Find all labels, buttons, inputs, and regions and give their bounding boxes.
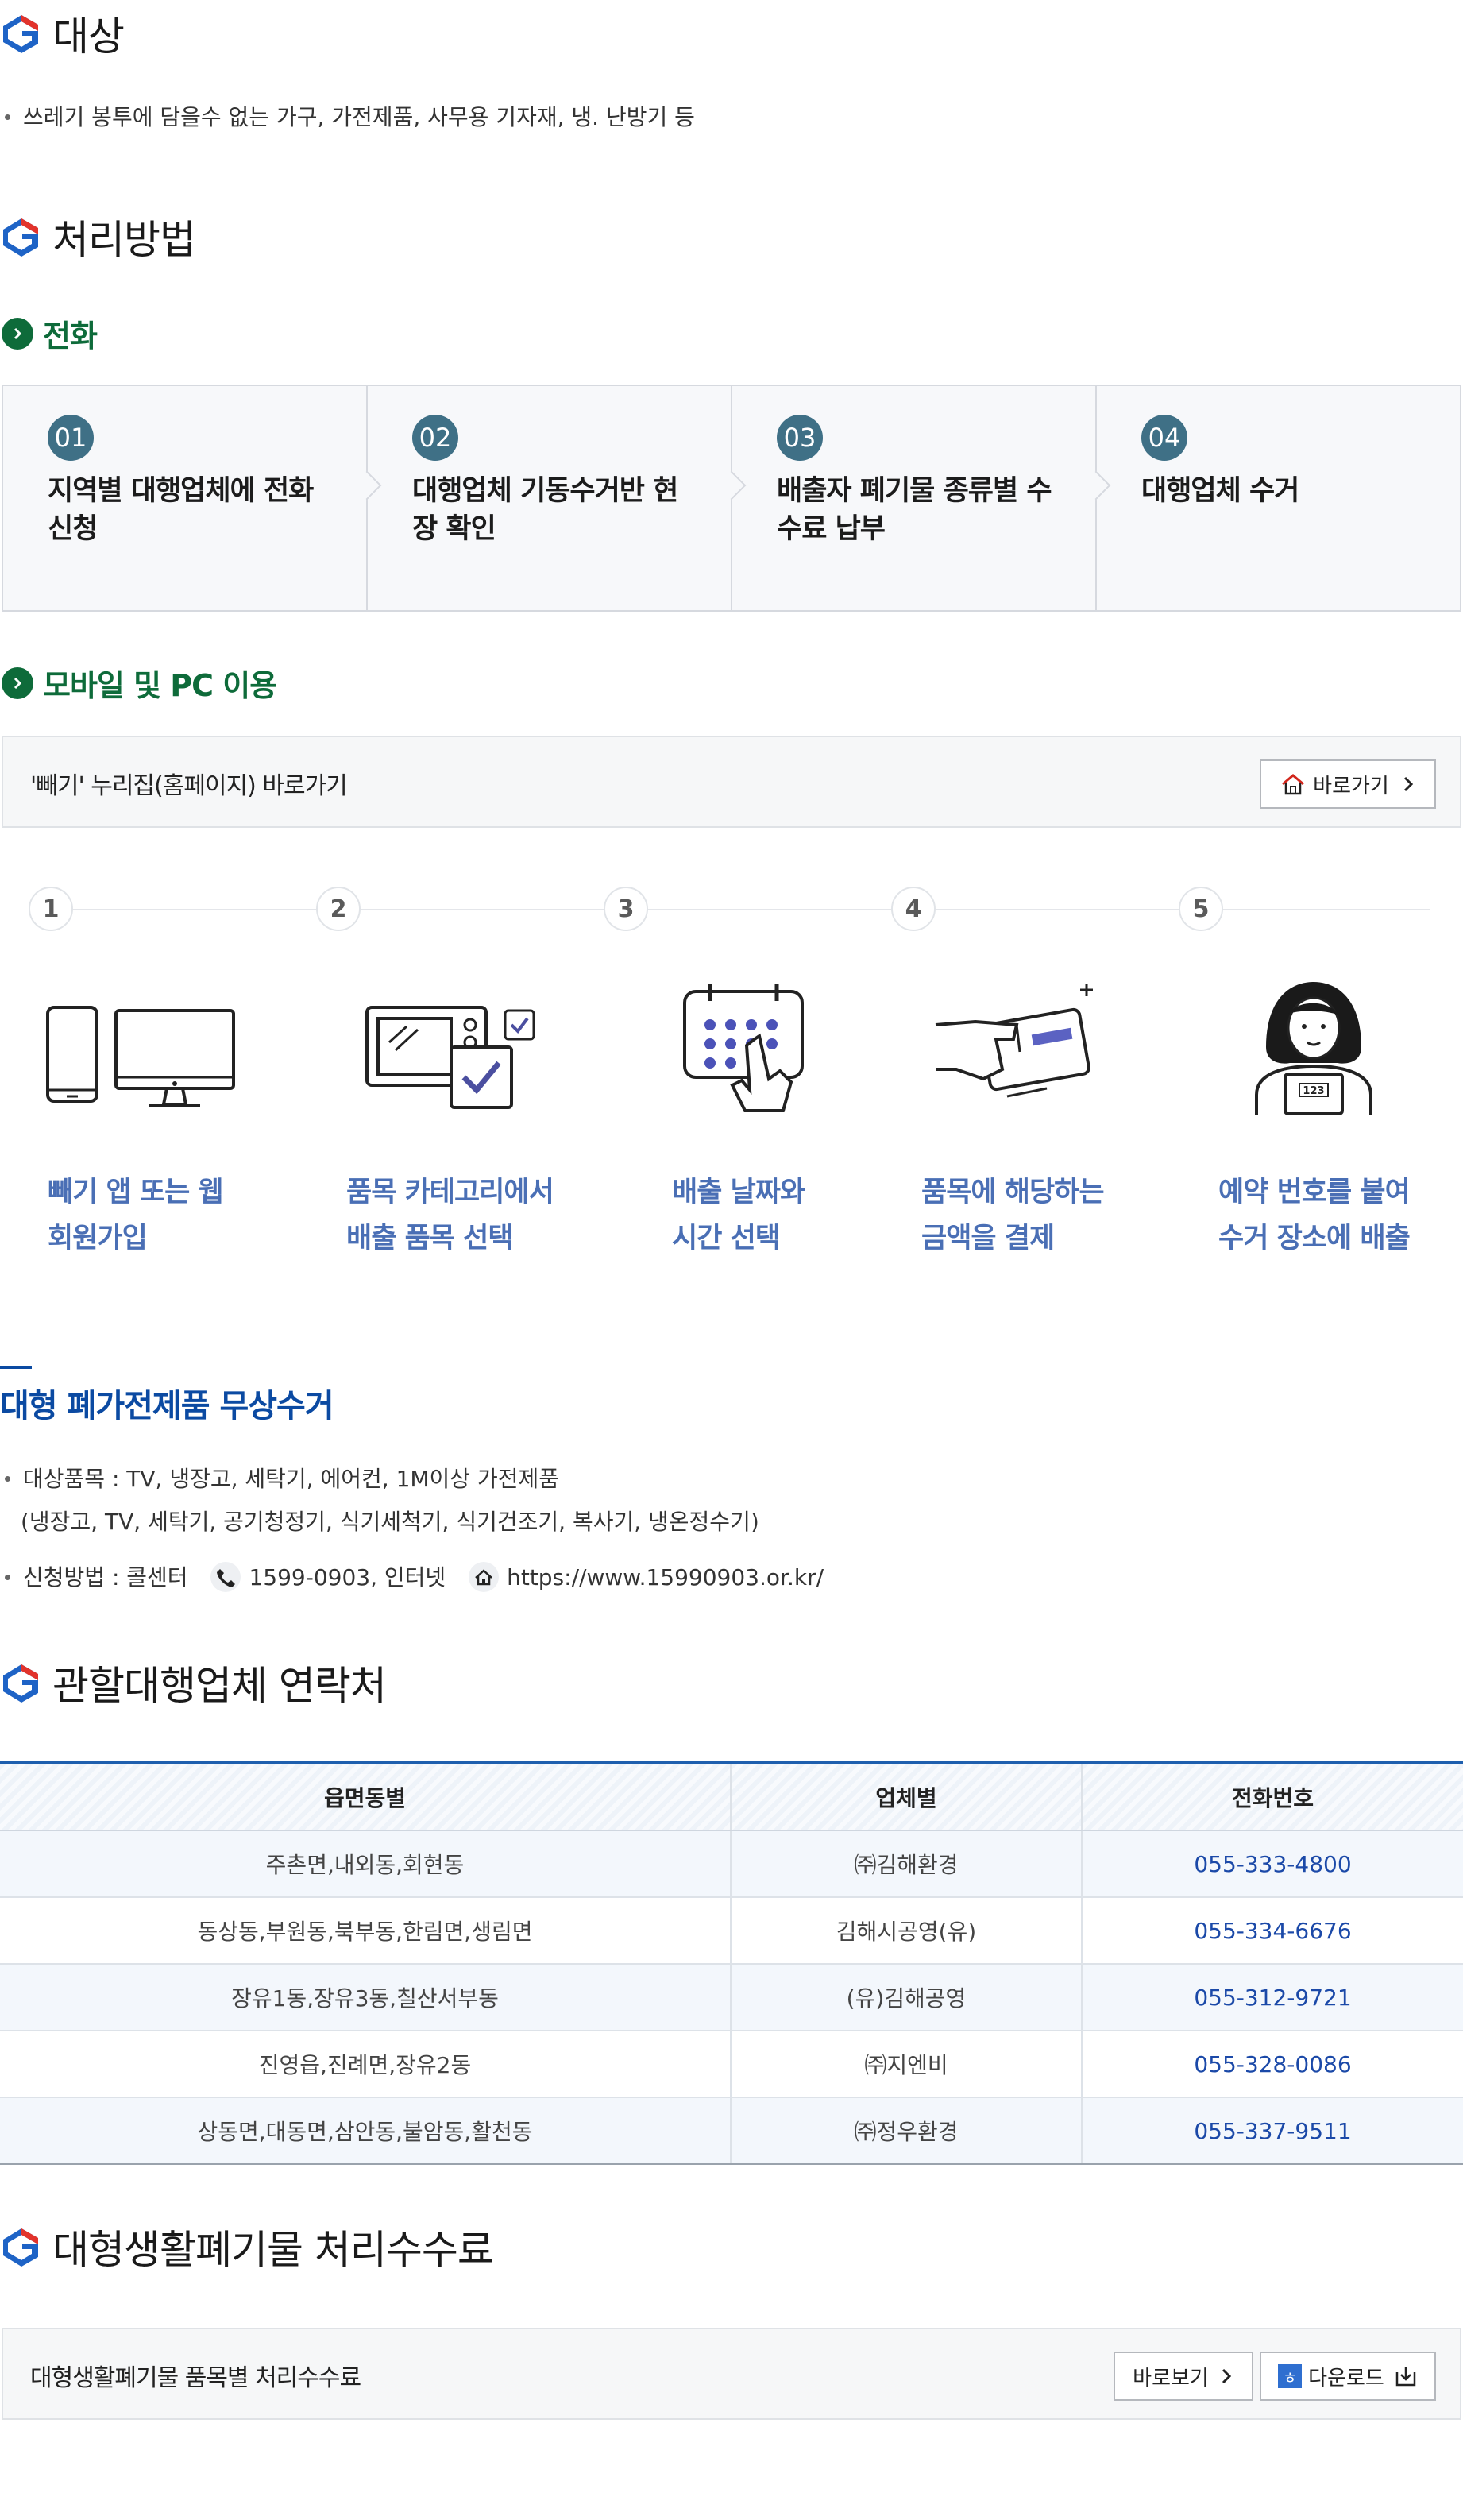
- area-cell: 동상동,부원동,북부동,한림면,생림면: [0, 1897, 732, 1965]
- step-number: 02: [412, 415, 458, 461]
- table-header-row: 읍면동별 업체별 전화번호: [0, 1762, 1463, 1831]
- phone-step: 02 대행업체 기동수거반 현장 확인: [368, 386, 747, 610]
- mobile-step-number: 3: [604, 887, 648, 931]
- pickup-website-link[interactable]: https://www.15990903.or.kr/: [507, 1564, 824, 1590]
- step-number: 01: [48, 415, 94, 461]
- step-number: 03: [777, 415, 823, 461]
- home-icon: [469, 1562, 500, 1592]
- download-button[interactable]: ㅎ 다운로드: [1260, 2352, 1436, 2401]
- mobile-step-text: 품목 카테고리에서 배출 품목 선택: [346, 1177, 554, 1254]
- step-description: 대행업체 수거: [1141, 475, 1299, 507]
- view-button[interactable]: 바로보기: [1114, 2352, 1253, 2401]
- chevron-right-icon: [2, 667, 33, 699]
- phone-step: 03 배출자 폐기물 종류별 수 수료 납부: [732, 386, 1111, 610]
- chevron-right-icon: [2, 317, 33, 350]
- company-cell: ㈜지엔비: [731, 2031, 1083, 2098]
- phone-cell[interactable]: 055-337-9511: [1082, 2097, 1463, 2165]
- table-row: 동상동,부원동,북부동,한림면,생림면 김해시공영(유) 055-334-667…: [0, 1897, 1463, 1965]
- file-label: 대형생활폐기물 품목별 처리수수료: [30, 2364, 361, 2392]
- devices-icon: [46, 1006, 235, 1107]
- area-cell: 상동면,대동면,삼안동,불암동,활천동: [0, 2097, 732, 2165]
- company-cell: ㈜정우환경: [731, 2097, 1083, 2165]
- phone-cell[interactable]: 055-328-0086: [1082, 2031, 1463, 2098]
- download-icon: [1395, 2367, 1416, 2387]
- column-header: 전화번호: [1082, 1762, 1463, 1831]
- phone-step: 04 대행업체 수거: [1097, 386, 1460, 610]
- contacts-table: 읍면동별 업체별 전화번호 주촌면,내외동,회현동 ㈜김해환경 055-333-…: [0, 1761, 1463, 2165]
- free-pickup-heading: 대형 폐가전제품 무상수거: [0, 1366, 334, 1426]
- mobile-step-number: 1: [29, 887, 73, 931]
- site-logo-icon: [3, 15, 38, 53]
- section-heading-method: 처리방법: [0, 208, 196, 265]
- mobile-step-text: 품목에 해당하는 금액을 결제: [921, 1177, 1105, 1254]
- section-heading-contacts: 관할대행업체 연락처: [0, 1654, 387, 1711]
- company-cell: (유)김해공영: [731, 1964, 1083, 2031]
- company-cell: ㈜김해환경: [731, 1830, 1083, 1898]
- free-pickup-apply: 신청방법 : 콜센터 1599-0903, 인터넷 https://www.15…: [0, 1562, 824, 1595]
- phone-step: 01 지역별 대행업체에 전화 신청: [3, 386, 382, 610]
- site-logo-icon: [3, 1664, 38, 1703]
- column-header: 업체별: [731, 1762, 1083, 1831]
- mobile-step-text: 예약 번호를 붙여 수거 장소에 배출: [1218, 1177, 1411, 1254]
- free-pickup-items-sub: (냉장고, TV, 세탁기, 공기청정기, 식기세척기, 식기건조기, 복사기,…: [21, 1509, 759, 1535]
- home-icon: [1282, 774, 1305, 795]
- company-cell: 김해시공영(유): [731, 1897, 1083, 1965]
- table-row: 장유1동,장유3동,칠산서부동 (유)김해공영 055-312-9721: [0, 1964, 1463, 2031]
- subheading-phone: 전화: [2, 311, 98, 355]
- bullet-icon: [5, 1475, 10, 1482]
- step-description: 지역별 대행업체에 전화 신청: [48, 475, 314, 545]
- fees-file-box: 대형생활폐기물 품목별 처리수수료 바로보기 ㅎ 다운로드: [2, 2328, 1461, 2420]
- bullet-icon: [5, 114, 10, 120]
- subheading-mobile: 모바일 및 PC 이용: [2, 661, 277, 705]
- bullet-icon: [5, 1574, 10, 1580]
- bbaegi-link-box: '빼기' 누리집(홈페이지) 바로가기 바로가기: [2, 736, 1461, 828]
- mobile-step-number: 5: [1179, 887, 1223, 931]
- reservation-number: 123: [1303, 1085, 1324, 1097]
- step-number: 04: [1141, 415, 1187, 461]
- phone-cell[interactable]: 055-312-9721: [1082, 1964, 1463, 2031]
- heading-text: 처리방법: [52, 217, 196, 263]
- site-logo-icon: [3, 218, 38, 257]
- hwp-file-icon: ㅎ: [1278, 2364, 1303, 2388]
- area-cell: 장유1동,장유3동,칠산서부동: [0, 1964, 732, 2031]
- phone-icon: [210, 1562, 241, 1592]
- mobile-step-text: 배출 날짜와 시간 선택: [672, 1177, 805, 1254]
- table-row: 상동면,대동면,삼안동,불암동,활천동 ㈜정우환경 055-337-9511: [0, 2097, 1463, 2165]
- area-cell: 진영읍,진례면,장유2동: [0, 2031, 732, 2098]
- area-cell: 주촌면,내외동,회현동: [0, 1830, 732, 1898]
- step-description: 대행업체 기동수거반 현장 확인: [412, 475, 678, 545]
- table-row: 주촌면,내외동,회현동 ㈜김해환경 055-333-4800: [0, 1830, 1463, 1898]
- microwave-checklist-icon: [365, 1006, 535, 1109]
- phone-steps: 01 지역별 대행업체에 전화 신청 02 대행업체 기동수거반 현장 확인 03…: [2, 385, 1461, 612]
- phone-cell[interactable]: 055-334-6676: [1082, 1897, 1463, 1965]
- mobile-step-number: 2: [316, 887, 361, 931]
- chevron-right-icon: [1222, 2368, 1231, 2384]
- person-number-icon: 123: [1255, 982, 1372, 1115]
- column-header: 읍면동별: [0, 1762, 732, 1831]
- heading-text: 대상: [52, 14, 125, 60]
- section-heading-target: 대상: [0, 5, 125, 62]
- bbaegi-go-button[interactable]: 바로가기: [1260, 759, 1436, 809]
- chevron-right-icon: [1403, 776, 1413, 792]
- mobile-step-number: 4: [891, 887, 936, 931]
- mobile-step-text: 빼기 앱 또는 웹 회원가입: [48, 1177, 224, 1254]
- target-item: 쓰레기 봉투에 담을수 없는 가구, 가전제품, 사무용 기자재, 냉. 난방기…: [0, 102, 695, 133]
- link-label: '빼기' 누리집(홈페이지) 바로가기: [30, 772, 348, 800]
- section-heading-fees: 대형생활폐기물 처리수수료: [0, 2218, 494, 2275]
- site-logo-icon: [3, 2228, 38, 2267]
- table-row: 진영읍,진례면,장유2동 ㈜지엔비 055-328-0086: [0, 2031, 1463, 2098]
- card-payment-icon: [935, 984, 1093, 1098]
- phone-cell[interactable]: 055-333-4800: [1082, 1830, 1463, 1898]
- step-description: 배출자 폐기물 종류별 수 수료 납부: [777, 475, 1052, 545]
- free-pickup-items: 대상품목 : TV, 냉장고, 세탁기, 에어컨, 1M이상 가전제품: [0, 1463, 559, 1495]
- calendar-touch-icon: [683, 984, 804, 1112]
